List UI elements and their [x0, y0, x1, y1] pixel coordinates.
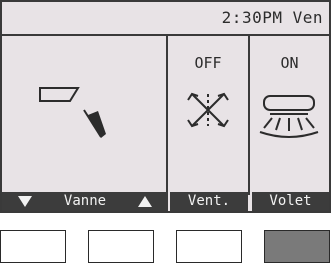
lcd-screen: 2:30PM Ven OFF ON Vanne Vent. Volet — [0, 0, 331, 213]
function-button-3[interactable] — [176, 230, 242, 263]
softkey-louver[interactable]: Volet — [252, 192, 329, 211]
louver-icon — [259, 95, 319, 138]
softkey-fan[interactable]: Vent. — [170, 192, 248, 211]
triangle-up-icon — [138, 196, 152, 207]
status-bar: 2:30PM Ven — [2, 2, 329, 36]
vane-angle-icon — [39, 87, 106, 138]
swing-fan-icon — [187, 92, 229, 128]
softkey-louver-label: Volet — [269, 193, 312, 209]
function-button-1[interactable] — [0, 230, 66, 263]
softkey-bar: Vanne Vent. Volet — [2, 192, 329, 211]
louver-panel: ON — [250, 36, 329, 195]
function-button-4[interactable] — [264, 230, 330, 263]
fan-panel: OFF — [168, 36, 250, 195]
vane-panel — [2, 36, 168, 195]
softkey-fan-label: Vent. — [187, 193, 231, 209]
function-button-2[interactable] — [88, 230, 154, 263]
clock-display: 2:30PM Ven — [221, 8, 323, 27]
softkey-vane[interactable]: Vanne — [2, 192, 168, 211]
